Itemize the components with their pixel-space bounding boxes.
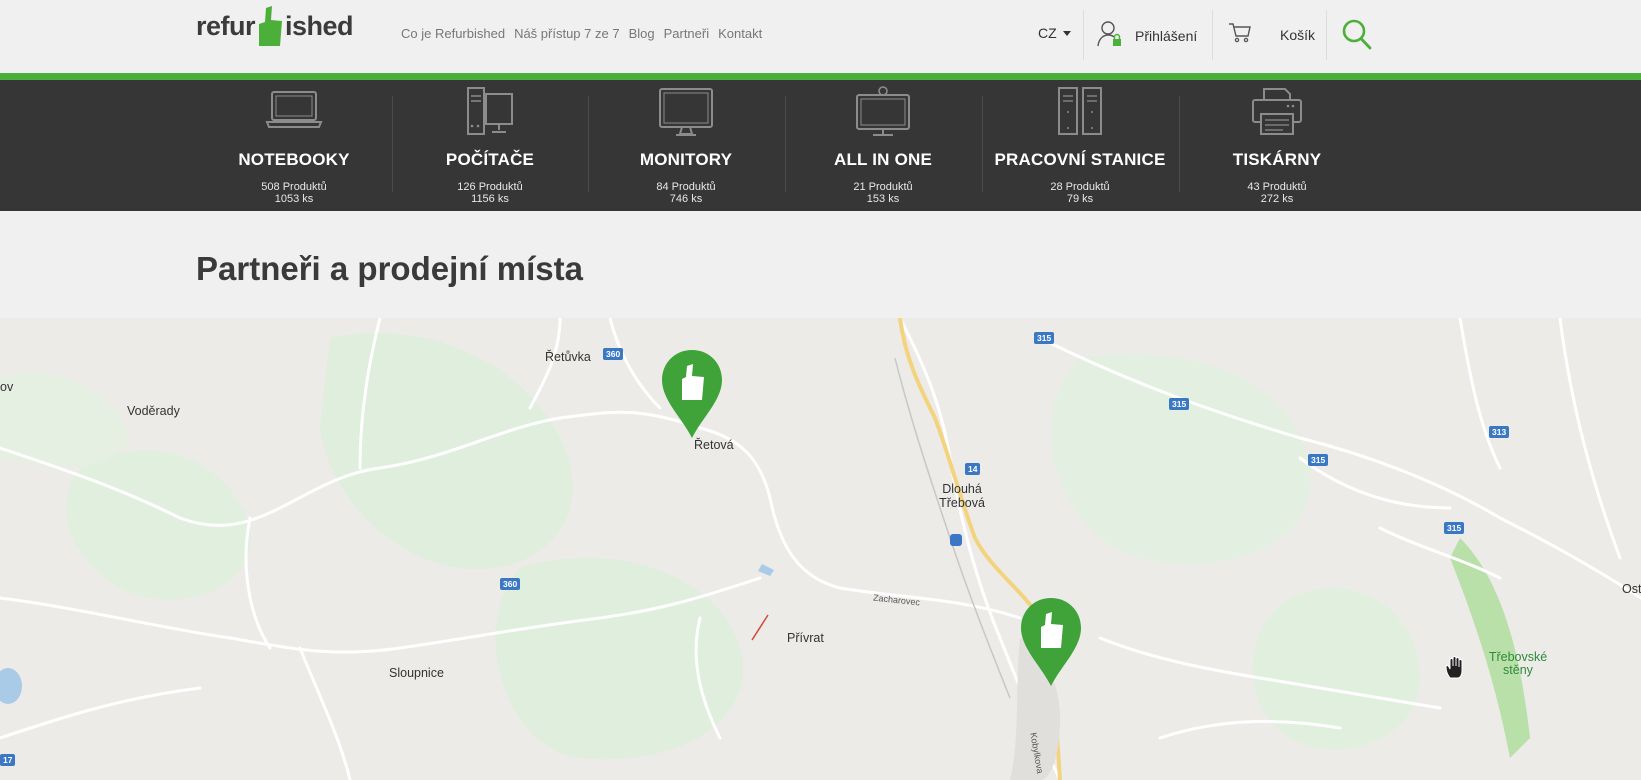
logo-thumb-icon <box>256 6 284 46</box>
logo-text-right: ished <box>285 10 354 41</box>
category-pieces: 153 ks <box>866 193 900 205</box>
road-number-shield: 360 <box>500 578 521 590</box>
map-place-label: Třebovské stěny <box>1488 650 1548 677</box>
login-label: Přihlášení <box>1135 27 1198 44</box>
category-pieces: 746 ks <box>669 193 703 205</box>
partner-marker-retova[interactable] <box>660 348 724 440</box>
chevron-down-icon <box>1062 30 1071 36</box>
top-nav: Co je Refurbished Náš přístup 7 ze 7 Blo… <box>401 26 762 41</box>
login-button[interactable]: Přihlášení <box>1097 20 1197 51</box>
category-name: TISKÁRNY <box>1232 150 1322 169</box>
category-products: 21 Produktů <box>853 181 913 193</box>
laptop-icon <box>264 86 324 137</box>
cart-button[interactable]: Košík <box>1228 22 1315 47</box>
category-products: 43 Produktů <box>1247 181 1307 193</box>
nav-link-co-je-refurbished[interactable]: Co je Refurbished <box>401 26 505 41</box>
user-lock-icon <box>1097 20 1123 51</box>
nav-link-nas-pristup[interactable]: Náš přístup 7 ze 7 <box>514 26 620 41</box>
hand-cursor-icon <box>1444 656 1466 685</box>
category-count: 508 Produktů 1053 ks <box>196 181 392 205</box>
map-place-label: ov <box>0 380 14 394</box>
road-number-shield: 315 <box>1444 522 1465 534</box>
train-station-icon[interactable] <box>950 534 962 546</box>
category-count: 43 Produktů 272 ks <box>1179 181 1375 205</box>
printer-icon <box>1249 86 1305 143</box>
header-divider <box>1083 10 1084 60</box>
map-place-label: Ost <box>1622 582 1641 596</box>
category-name: ALL IN ONE <box>833 150 933 169</box>
category-products: 126 Produktů <box>457 181 523 193</box>
category-count: 84 Produktů 746 ks <box>588 181 784 205</box>
category-tiskarny[interactable]: TISKÁRNY 43 Produktů 272 ks <box>1179 80 1375 211</box>
desktop-computer-icon <box>462 86 518 143</box>
partner-marker-ceska-trebova[interactable] <box>1019 596 1083 688</box>
road-number-shield: 360 <box>603 348 624 360</box>
road-number-shield: 315 <box>1169 398 1190 410</box>
category-name: POČÍTAČE <box>445 150 535 169</box>
category-count: 21 Produktů 153 ks <box>785 181 981 205</box>
page-title: Partneři a prodejní místa <box>196 250 583 287</box>
language-selector[interactable]: CZ <box>1038 25 1071 41</box>
road-number-shield: 315 <box>1034 332 1055 344</box>
map-place-label: Přívrat <box>787 631 824 645</box>
cart-icon <box>1228 22 1252 47</box>
category-name: NOTEBOOKY <box>238 150 350 169</box>
workstation-icon <box>1055 86 1105 143</box>
category-pieces: 1156 ks <box>471 193 509 205</box>
road-number-shield: 315 <box>1308 454 1329 466</box>
category-count: 126 Produktů 1156 ks <box>392 181 588 205</box>
logo-text-left: refur <box>196 10 256 41</box>
map-background <box>0 318 1641 780</box>
search-button[interactable] <box>1342 19 1372 56</box>
map-pin-icon <box>1021 598 1081 686</box>
category-monitory[interactable]: MONITORY 84 Produktů 746 ks <box>588 80 784 211</box>
map-place-label: Sloupnice <box>389 666 444 680</box>
header-divider <box>1326 10 1327 60</box>
category-products: 508 Produktů <box>261 181 327 193</box>
header-accent-bar <box>0 73 1641 80</box>
map-pin-icon <box>662 350 722 438</box>
site-header: refur ished Co je Refurbished Náš přístu… <box>0 0 1641 72</box>
language-label: CZ <box>1038 25 1057 41</box>
search-icon <box>1342 19 1372 55</box>
category-pracovni-stanice[interactable]: PRACOVNÍ STANICE 28 Produktů 79 ks <box>982 80 1178 211</box>
map-place-label: Řetůvka <box>545 350 591 364</box>
road-number-shield: 17 <box>0 754 16 766</box>
category-pieces: 79 ks <box>1066 193 1094 205</box>
nav-link-kontakt[interactable]: Kontakt <box>718 26 762 41</box>
category-count: 28 Produktů 79 ks <box>982 181 1178 205</box>
category-name: PRACOVNÍ STANICE <box>994 150 1166 169</box>
category-name: MONITORY <box>639 150 733 169</box>
category-all-in-one[interactable]: ALL IN ONE 21 Produktů 153 ks <box>785 80 981 211</box>
nav-link-blog[interactable]: Blog <box>629 26 655 41</box>
map-place-label: Voděrady <box>127 404 180 418</box>
header-divider <box>1212 10 1213 60</box>
category-products: 84 Produktů <box>656 181 716 193</box>
map-place-label: Řetová <box>694 438 734 452</box>
monitor-icon <box>656 86 716 143</box>
map-place-label: Dlouhá Třebová <box>939 482 985 510</box>
road-number-shield: 14 <box>965 463 981 475</box>
site-logo[interactable]: refur ished <box>196 4 354 48</box>
category-products: 28 Produktů <box>1050 181 1110 193</box>
category-pieces: 272 ks <box>1260 193 1294 205</box>
category-pieces: 1053 ks <box>274 193 314 205</box>
partners-map[interactable]: Řetůvka Voděrady Řetová Dlouhá Třebová P… <box>0 318 1641 780</box>
category-pocitace[interactable]: POČÍTAČE 126 Produktů 1156 ks <box>392 80 588 211</box>
all-in-one-icon <box>853 86 913 143</box>
category-bar: NOTEBOOKY 508 Produktů 1053 ks POČÍTAČE … <box>0 80 1641 211</box>
road-number-shield: 313 <box>1489 426 1510 438</box>
category-notebooky[interactable]: NOTEBOOKY 508 Produktů 1053 ks <box>196 80 392 211</box>
cart-label: Košík <box>1280 26 1316 43</box>
nav-link-partneri[interactable]: Partneři <box>664 26 710 41</box>
